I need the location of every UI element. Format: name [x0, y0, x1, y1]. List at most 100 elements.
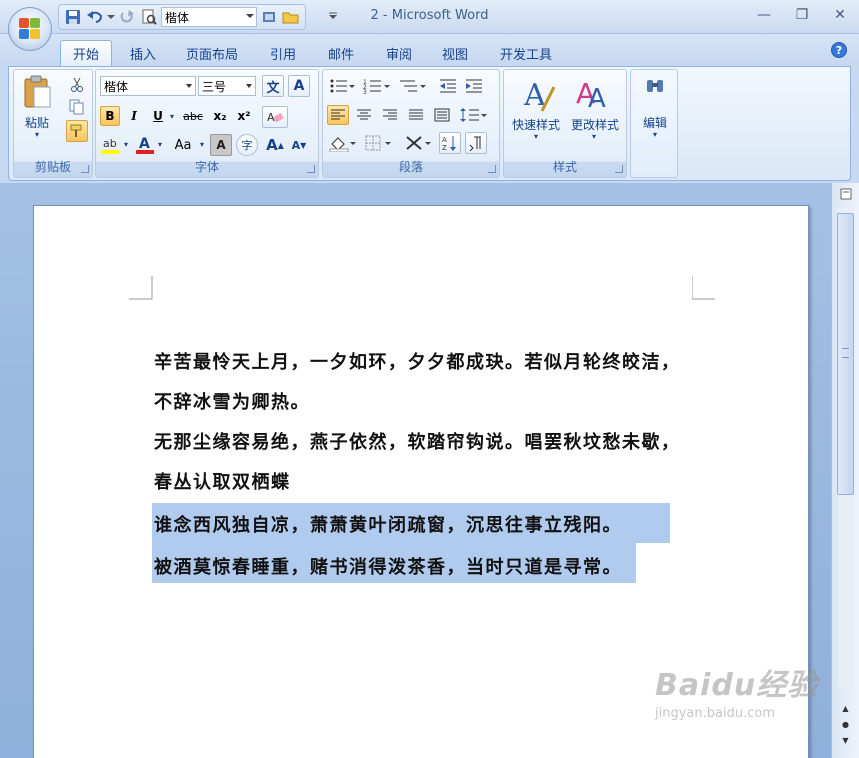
paragraph-launcher-icon[interactable]: [488, 165, 496, 173]
font-size-value: 三号: [202, 79, 227, 94]
tab-home[interactable]: 开始: [60, 40, 113, 66]
clipboard-group: 粘贴 ▾ 剪贴板: [13, 69, 93, 178]
font-launcher-icon[interactable]: [307, 165, 315, 173]
paste-label[interactable]: 粘贴: [22, 114, 52, 131]
font-name-combo[interactable]: 楷体: [100, 76, 196, 96]
distributed-icon[interactable]: [431, 105, 453, 125]
font-color-icon[interactable]: A: [134, 134, 156, 156]
highlight-dropdown-icon[interactable]: ▾: [122, 134, 130, 154]
change-case-button[interactable]: Aa: [168, 134, 198, 156]
italic-button[interactable]: I: [124, 106, 144, 126]
next-page-icon[interactable]: ▼: [837, 733, 854, 747]
redo-icon[interactable]: [117, 7, 137, 27]
sort-icon[interactable]: AZ: [439, 132, 461, 154]
text-highlight-icon[interactable]: ab: [100, 134, 122, 156]
shrink-font-label: A: [291, 138, 301, 152]
binoculars-icon[interactable]: [643, 74, 667, 98]
tab-developer[interactable]: 开发工具: [488, 40, 564, 66]
change-styles-label[interactable]: 更改样式: [564, 116, 626, 133]
underline-button[interactable]: U: [148, 106, 168, 126]
undo-dropdown-icon[interactable]: [107, 7, 115, 27]
multilevel-list-icon[interactable]: [397, 76, 429, 96]
quick-styles-icon[interactable]: A: [514, 74, 558, 114]
paste-dropdown-icon[interactable]: ▾: [32, 130, 42, 139]
browse-object-icon[interactable]: ●: [837, 717, 854, 731]
tab-insert[interactable]: 插入: [118, 40, 168, 66]
tab-mailings[interactable]: 邮件: [316, 40, 366, 66]
svg-text:A: A: [588, 84, 606, 113]
font-group-label: 字体: [194, 160, 219, 174]
undo-icon[interactable]: [85, 7, 105, 27]
align-right-icon[interactable]: [379, 105, 401, 125]
change-styles-dropdown-icon[interactable]: ▾: [584, 132, 604, 141]
watermark-url: jingyan.baidu.com: [655, 706, 775, 721]
tab-review[interactable]: 审阅: [374, 40, 424, 66]
open-folder-icon[interactable]: [281, 7, 301, 27]
title-bar: 2 - Microsoft Word 楷体 — ❐ ✕: [0, 0, 859, 34]
crop-mark-top-right: [692, 276, 715, 300]
vertical-scrollbar[interactable]: ▲ ● ▼: [831, 183, 859, 758]
minimize-button[interactable]: —: [745, 0, 783, 30]
bullets-icon[interactable]: [327, 76, 357, 96]
print-preview-icon[interactable]: [139, 7, 159, 27]
grow-font-button[interactable]: A ▲: [264, 134, 286, 156]
align-left-icon[interactable]: [327, 105, 349, 125]
change-case-dropdown-icon[interactable]: ▾: [198, 134, 206, 154]
scroll-thumb[interactable]: [837, 213, 854, 495]
ribbon-tabs: 开始 插入 页面布局 引用 邮件 审阅 视图 开发工具: [0, 34, 859, 66]
customize-qat-icon[interactable]: [328, 10, 338, 24]
format-painter-icon[interactable]: [66, 120, 88, 142]
restore-button[interactable]: ❐: [783, 0, 821, 30]
clear-formatting-icon[interactable]: A: [262, 106, 288, 128]
qat-font-combo[interactable]: 楷体: [161, 7, 257, 27]
copy-icon[interactable]: [68, 98, 86, 116]
show-marks-icon[interactable]: [465, 132, 487, 154]
line-spacing-icon[interactable]: [457, 105, 489, 125]
ruler-toggle-icon[interactable]: [837, 187, 854, 201]
justify-icon[interactable]: [405, 105, 427, 125]
font-group: 楷体 三号 文 A B I U ▾ abc x₂ x² A ab ▾ A ▾ A…: [95, 69, 319, 178]
chevron-down-icon: [246, 84, 252, 88]
tab-references[interactable]: 引用: [258, 40, 308, 66]
previous-page-icon[interactable]: ▲: [837, 701, 854, 715]
enclose-characters-button[interactable]: 字: [236, 134, 258, 156]
help-icon[interactable]: ?: [831, 42, 847, 58]
cut-icon[interactable]: [68, 76, 86, 94]
numbering-icon[interactable]: 123: [361, 76, 393, 96]
font-size-combo[interactable]: 三号: [198, 76, 256, 96]
shrink-font-button[interactable]: A ▼: [288, 134, 310, 156]
format-icon[interactable]: [259, 7, 279, 27]
close-button[interactable]: ✕: [821, 0, 859, 30]
underline-dropdown-icon[interactable]: ▾: [168, 106, 176, 126]
office-button[interactable]: [8, 7, 52, 51]
subscript-button[interactable]: x₂: [210, 106, 230, 126]
font-color-dropdown-icon[interactable]: ▾: [156, 134, 164, 154]
document-line: 春丛认取双栖蝶: [154, 472, 291, 493]
character-shading-button[interactable]: A: [210, 134, 232, 156]
bold-button[interactable]: B: [100, 106, 120, 126]
borders-icon[interactable]: [363, 133, 395, 153]
quick-styles-dropdown-icon[interactable]: ▾: [526, 132, 546, 141]
chinese-layout-icon[interactable]: [403, 133, 435, 153]
baidu-watermark: Baidu经验 jingyan.baidu.com: [655, 660, 818, 721]
document-line: 辛苦最怜天上月，一夕如环，夕夕都成玦。若似月轮终皎洁，: [154, 352, 681, 373]
editing-label[interactable]: 编辑: [633, 114, 677, 131]
decrease-indent-icon[interactable]: [437, 76, 459, 96]
save-icon[interactable]: [63, 7, 83, 27]
quick-access-toolbar: 楷体: [58, 4, 306, 30]
superscript-button[interactable]: x²: [234, 106, 254, 126]
tab-page-layout[interactable]: 页面布局: [174, 40, 250, 66]
strikethrough-button[interactable]: abc: [180, 106, 206, 126]
quick-styles-label[interactable]: 快速样式: [506, 116, 566, 133]
phonetic-guide-icon[interactable]: 文: [262, 75, 284, 97]
editing-dropdown-icon[interactable]: ▾: [645, 130, 665, 139]
shading-icon[interactable]: [327, 133, 359, 153]
clipboard-launcher-icon[interactable]: [81, 165, 89, 173]
character-border-icon[interactable]: A: [288, 75, 310, 97]
change-styles-icon[interactable]: AA: [570, 74, 614, 114]
align-center-icon[interactable]: [353, 105, 375, 125]
styles-launcher-icon[interactable]: [615, 165, 623, 173]
paste-icon[interactable]: [20, 74, 54, 110]
tab-view[interactable]: 视图: [430, 40, 480, 66]
increase-indent-icon[interactable]: [463, 76, 485, 96]
